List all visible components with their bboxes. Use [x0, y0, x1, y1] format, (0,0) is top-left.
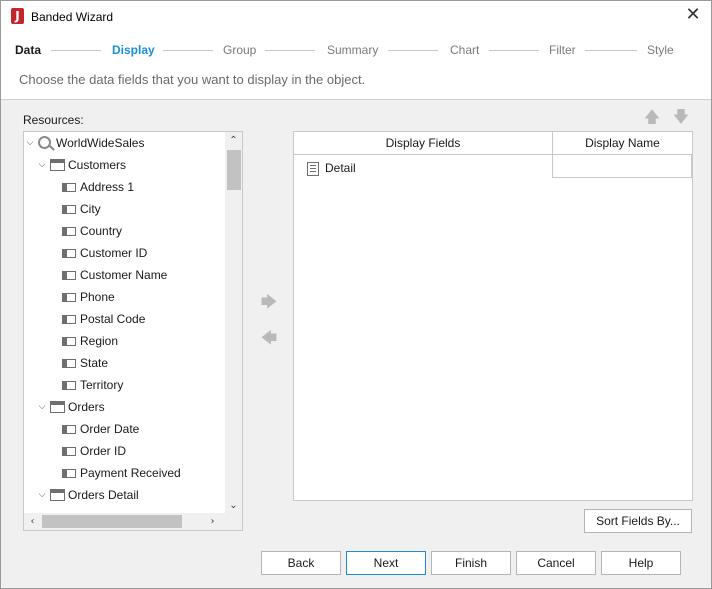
add-field-arrow-icon[interactable]: 🡆 [259, 292, 279, 312]
field-icon [62, 359, 76, 368]
step-data[interactable]: Data [15, 43, 41, 57]
chevron-down-icon[interactable]: ⌵ [37, 154, 47, 176]
field-icon [62, 337, 76, 346]
tree-label: Payment Received [80, 466, 181, 480]
tree-label: State [80, 356, 109, 370]
tree-label: Region [80, 334, 119, 348]
table-row-display-name[interactable] [552, 155, 692, 178]
table-icon [50, 159, 65, 171]
step-divider [585, 50, 637, 51]
display-fields-table[interactable]: Display Fields Display Name Detail [293, 131, 693, 501]
window-title: Banded Wizard [31, 10, 114, 24]
field-icon [62, 249, 76, 258]
field-icon [62, 183, 76, 192]
field-icon [62, 315, 76, 324]
scrollbar-thumb[interactable] [42, 515, 182, 528]
tree-label: Orders [68, 400, 105, 414]
step-display[interactable]: Display [112, 43, 155, 57]
table-icon [50, 401, 65, 413]
resources-tree[interactable]: ⌵ WorldWideSales ⌵ Customers Address 1 C… [23, 131, 243, 531]
detail-icon [307, 162, 319, 176]
scroll-up-icon[interactable]: ⌃ [225, 132, 242, 149]
instruction-text: Choose the data fields that you want to … [19, 72, 366, 87]
table-icon [50, 489, 65, 501]
field-icon [62, 205, 76, 214]
tree-label: Customers [68, 158, 127, 172]
field-icon [62, 381, 76, 390]
app-logo-icon: J [11, 8, 24, 24]
sort-fields-by-button[interactable]: Sort Fields By... [584, 509, 692, 533]
next-button[interactable]: Next [346, 551, 426, 575]
tree-label: Address 1 [80, 180, 135, 194]
table-row-field[interactable]: Detail [325, 161, 356, 175]
column-header-display-name[interactable]: Display Name [553, 132, 692, 155]
step-summary[interactable]: Summary [327, 43, 378, 57]
tree-label: Territory [80, 378, 124, 392]
resources-label: Resources: [23, 113, 84, 127]
wizard-steps: Data Display Group Summary Chart Filter … [1, 32, 711, 100]
step-style[interactable]: Style [647, 43, 674, 57]
help-button[interactable]: Help [601, 551, 681, 575]
scroll-right-icon[interactable]: › [204, 513, 221, 530]
field-icon [62, 469, 76, 478]
back-button[interactable]: Back [261, 551, 341, 575]
field-icon [62, 293, 76, 302]
move-up-arrow-icon[interactable]: 🡅 [642, 107, 662, 127]
tree-label: Phone [80, 290, 115, 304]
step-divider [388, 50, 438, 51]
field-icon [62, 425, 76, 434]
banded-wizard-dialog: J Banded Wizard ✕ Data Display Group Sum… [0, 0, 712, 589]
tree-label: Orders Detail [68, 488, 139, 502]
step-divider [265, 50, 315, 51]
tree-label: Order ID [80, 444, 127, 458]
tree-label: Customer ID [80, 246, 148, 260]
step-divider [163, 50, 213, 51]
field-icon [62, 271, 76, 280]
step-group[interactable]: Group [223, 43, 256, 57]
field-icon [62, 447, 76, 456]
scroll-left-icon[interactable]: ‹ [24, 513, 41, 530]
tree-label: Order Date [80, 422, 140, 436]
remove-field-arrow-icon[interactable]: 🡄 [259, 328, 279, 348]
chevron-down-icon[interactable]: ⌵ [25, 132, 35, 154]
tree-label: City [80, 202, 101, 216]
tree-label: Customer Name [80, 268, 168, 282]
tree-label: WorldWideSales [56, 136, 145, 150]
chevron-down-icon[interactable]: ⌵ [37, 484, 47, 506]
step-divider [489, 50, 539, 51]
tree-horizontal-scrollbar[interactable]: ‹ › [24, 513, 242, 530]
scroll-down-icon[interactable]: ⌄ [225, 497, 242, 514]
chevron-down-icon[interactable]: ⌵ [37, 396, 47, 418]
close-icon[interactable]: ✕ [683, 5, 703, 25]
move-down-arrow-icon[interactable]: 🡇 [671, 107, 691, 127]
cancel-button[interactable]: Cancel [516, 551, 596, 575]
step-filter[interactable]: Filter [549, 43, 576, 57]
scrollbar-thumb[interactable] [227, 150, 241, 190]
column-divider [552, 132, 553, 155]
title-bar: J Banded Wizard ✕ [1, 1, 711, 32]
column-header-display-fields[interactable]: Display Fields [294, 132, 552, 155]
step-chart[interactable]: Chart [450, 43, 479, 57]
tree-label: Postal Code [80, 312, 146, 326]
tree-vertical-scrollbar[interactable]: ⌃ ⌄ [225, 132, 242, 514]
field-icon [62, 227, 76, 236]
query-icon [38, 136, 51, 149]
tree-label: Country [80, 224, 123, 238]
step-divider [51, 50, 101, 51]
finish-button[interactable]: Finish [431, 551, 511, 575]
